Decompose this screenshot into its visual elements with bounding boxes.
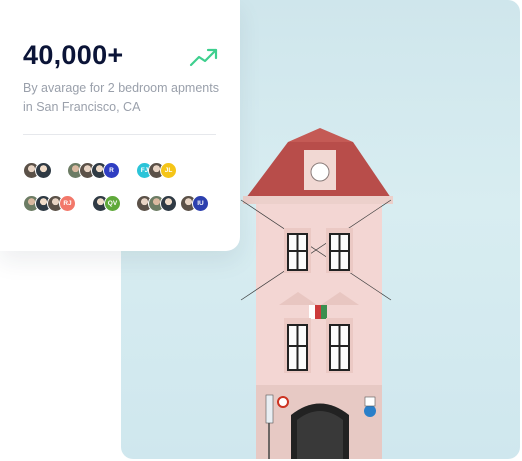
avatar-group-5[interactable]: QV xyxy=(92,195,121,212)
avatar-initials: R xyxy=(103,162,120,179)
avatar xyxy=(35,162,52,179)
avatar-initials: QV xyxy=(104,195,121,212)
avatar-initials: RJ xyxy=(59,195,76,212)
avatar-group-4[interactable]: RJ xyxy=(23,195,76,212)
avatar-group-3[interactable]: FJ JL xyxy=(136,162,177,179)
avatar-group-6[interactable] xyxy=(136,195,177,212)
avatar-group-7[interactable]: IU xyxy=(180,195,209,212)
stat-description: By avarage for 2 bedroom apments in San … xyxy=(23,81,219,114)
trending-up-icon xyxy=(189,48,218,67)
avatar xyxy=(160,195,177,212)
avatar-group-1[interactable] xyxy=(23,162,52,179)
divider xyxy=(23,134,216,135)
headline-stat: 40,000+ xyxy=(23,40,124,70)
avatar-group-2[interactable]: R xyxy=(67,162,120,179)
avatar-initials: JL xyxy=(160,162,177,179)
stats-card: 40,000+ By avarage for 2 bedroom apments… xyxy=(0,0,240,251)
avatar-initials: IU xyxy=(192,195,209,212)
